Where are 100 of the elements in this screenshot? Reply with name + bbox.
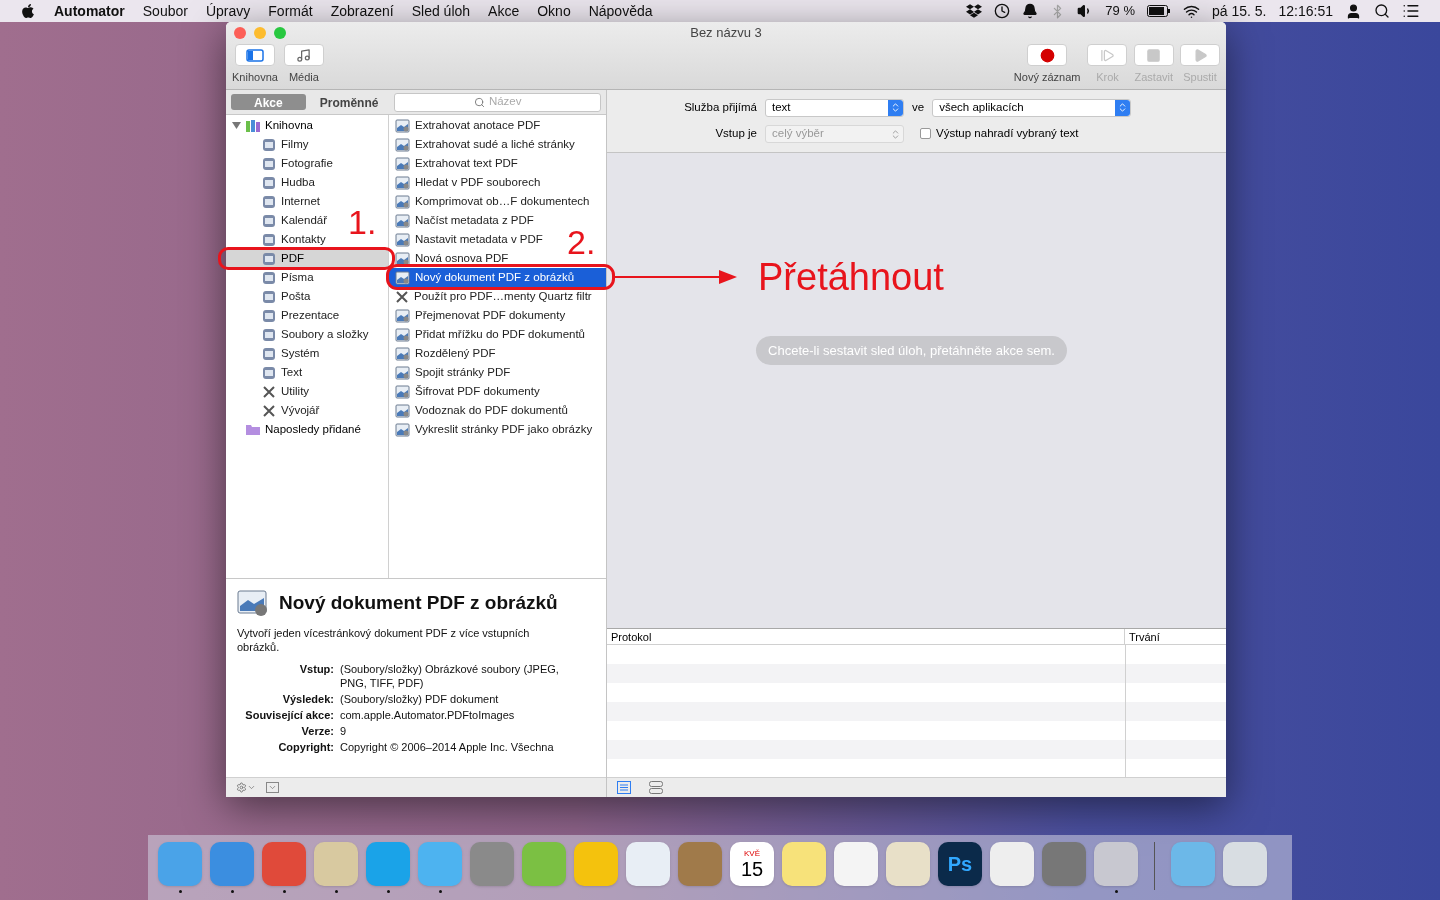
menu-item[interactable]: Soubor (142, 0, 188, 22)
list-item[interactable]: Komprimovat ob…F dokumentech (415, 192, 590, 211)
list-item[interactable]: Nová osnova PDF (415, 249, 509, 268)
dock-app-icon[interactable] (210, 842, 254, 886)
dock-app-icon[interactable] (522, 842, 566, 886)
bell-icon[interactable] (1022, 3, 1039, 19)
close-button[interactable] (234, 27, 246, 39)
dock-app-icon[interactable] (1042, 842, 1086, 886)
menu-item[interactable]: Sled úloh (411, 0, 471, 22)
list-item[interactable]: Šifrovat PDF dokumenty (415, 382, 540, 401)
column-header[interactable]: Trvání (1125, 629, 1160, 644)
list-item[interactable]: Spojit stránky PDF (415, 363, 511, 382)
list-item[interactable]: Fotografie (281, 154, 333, 173)
list-item[interactable]: Prezentace (281, 306, 340, 325)
list-item[interactable]: Extrahovat sudé a liché stránky (415, 135, 575, 154)
list-item[interactable]: Nový dokument PDF z obrázků (389, 268, 606, 287)
list-item[interactable]: Načíst metadata z PDF (415, 211, 534, 230)
dock-app-icon[interactable] (678, 842, 722, 886)
minimize-button[interactable] (254, 27, 266, 39)
dock-app-icon[interactable] (262, 842, 306, 886)
menu-item[interactable]: Úpravy (205, 0, 251, 22)
list-item[interactable]: Vykreslit stránky PDF jako obrázky (415, 420, 593, 439)
list-item[interactable]: Utility (281, 382, 310, 401)
apple-logo-icon[interactable] (20, 3, 36, 19)
dock-app-icon[interactable] (574, 842, 618, 886)
disclosure-triangle-icon[interactable] (232, 121, 241, 130)
list-item[interactable]: Naposledy přidané (226, 420, 388, 439)
list-item[interactable]: Rozdělený PDF (415, 344, 496, 363)
list-item[interactable]: Přidat mřížku do PDF dokumentů (415, 325, 585, 344)
column-header[interactable]: Protokol (607, 629, 1125, 644)
caret-icon (268, 783, 277, 792)
list-item[interactable]: Nastavit metadata v PDF (415, 230, 543, 249)
dock-app-icon[interactable] (158, 842, 202, 886)
list-item[interactable]: Internet (281, 192, 320, 211)
menu-clock[interactable]: 12:16:51 (1278, 0, 1333, 22)
toolbar-button[interactable]: Nový záznam (1012, 44, 1082, 86)
dock-app-icon[interactable] (1223, 842, 1267, 886)
menu-item[interactable]: Automator (54, 0, 125, 22)
menu-item[interactable]: Akce (488, 0, 520, 22)
dock-app-icon[interactable] (626, 842, 670, 886)
dock-app-icon[interactable] (886, 842, 930, 886)
caret-icon (247, 783, 256, 792)
toolbar-button[interactable]: Knihovna (232, 44, 278, 86)
dock-app-icon[interactable] (366, 842, 410, 886)
dock-app-icon[interactable] (990, 842, 1034, 886)
dock-app-icon[interactable] (782, 842, 826, 886)
list-item[interactable]: Text (281, 363, 303, 382)
list-item[interactable]: Vodoznak do PDF dokumentů (415, 401, 568, 420)
checkbox[interactable] (920, 128, 931, 139)
collapse-button[interactable] (266, 782, 279, 793)
app-icon (262, 137, 276, 152)
list-item[interactable]: Písma (281, 268, 314, 287)
dock-app-icon[interactable] (834, 842, 878, 886)
tab[interactable]: Proměnné (311, 94, 387, 110)
list-item[interactable]: Extrahovat anotace PDF (415, 116, 541, 135)
dock-app-icon[interactable] (1094, 842, 1138, 886)
list-item[interactable]: Použít pro PDF…menty Quartz filtr (414, 287, 592, 306)
list-item[interactable]: Přejmenovat PDF dokumenty (415, 306, 566, 325)
list-item[interactable]: Systém (281, 344, 320, 363)
menu-item[interactable]: Formát (268, 0, 313, 22)
picture-document-icon (395, 232, 410, 247)
gear-menu-button[interactable] (236, 782, 256, 793)
list-item[interactable]: Extrahovat text PDF (415, 154, 518, 173)
stepper-icon (890, 128, 901, 140)
select-field[interactable]: text (765, 98, 904, 117)
battery-icon[interactable] (1147, 5, 1171, 17)
picture-document-icon (395, 251, 410, 266)
field-label: Vstup je (714, 125, 758, 141)
menu-item[interactable]: Okno (537, 0, 571, 22)
list-view-icon[interactable] (617, 781, 631, 794)
list-item[interactable]: Hledat v PDF souborech (415, 173, 541, 192)
dock-app-icon[interactable] (418, 842, 462, 886)
picture-document-icon (395, 422, 410, 437)
menu-date[interactable]: pá 15. 5. (1212, 0, 1267, 22)
dock-app-icon[interactable]: Ps (938, 842, 982, 886)
menu-item[interactable]: Zobrazení (330, 0, 394, 22)
picture-document-icon (395, 137, 410, 152)
boxes-logo-icon[interactable] (966, 3, 983, 19)
list-item[interactable]: Soubory a složky (281, 325, 369, 344)
app-icon (262, 270, 276, 285)
menu-item[interactable]: Nápověda (588, 0, 653, 22)
list-icon[interactable] (1402, 2, 1420, 20)
dock-app-icon[interactable]: KVĚ 15 (730, 842, 774, 886)
dock-app-icon[interactable] (1171, 842, 1215, 886)
split-view-icon[interactable] (649, 781, 663, 794)
list-item[interactable]: Vývojář (281, 401, 320, 420)
list-item[interactable]: Kalendář (281, 211, 328, 230)
list-item[interactable]: Pošta (281, 287, 311, 306)
dock-app-icon[interactable] (314, 842, 358, 886)
select-field[interactable]: všech aplikacích (932, 98, 1132, 117)
list-item[interactable]: Hudba (281, 173, 315, 192)
list-item[interactable]: Knihovna (226, 116, 388, 135)
dock-app-icon[interactable] (470, 842, 514, 886)
list-item[interactable]: Filmy (281, 135, 309, 154)
user-icon[interactable] (1345, 2, 1362, 20)
search-icon[interactable] (1374, 3, 1390, 19)
clock-icon[interactable] (994, 3, 1011, 19)
zoom-button[interactable] (274, 27, 286, 39)
picture-document-icon (395, 365, 410, 380)
list-item[interactable]: Kontakty (281, 230, 326, 249)
